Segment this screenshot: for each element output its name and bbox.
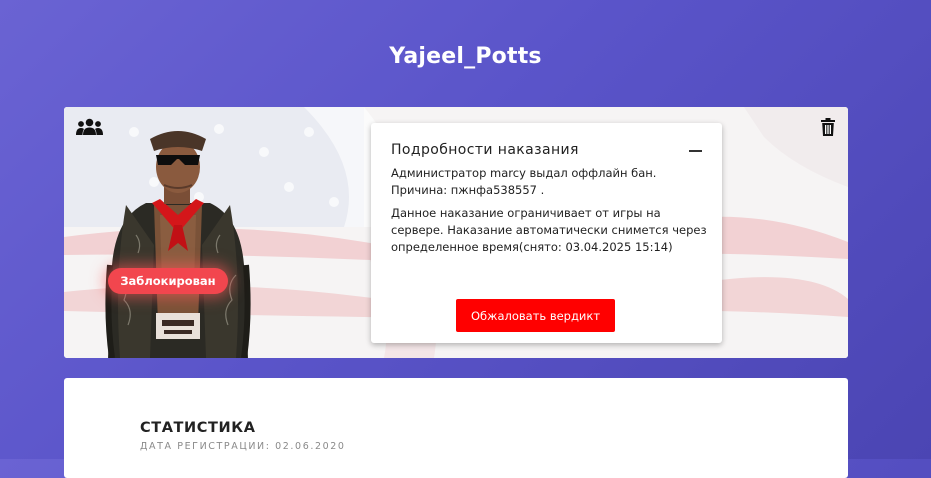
collapse-button[interactable]	[689, 150, 702, 152]
profile-card: Заблокирован Подробности наказания Админ…	[64, 107, 848, 358]
punishment-reason-text: Причина: пжнфа538557 .	[391, 183, 545, 197]
character-image	[105, 131, 251, 358]
status-badge: Заблокирован	[108, 268, 228, 294]
punishment-details-title: Подробности наказания	[391, 142, 579, 158]
trash-icon[interactable]	[821, 118, 835, 136]
page-title: Yajeel_Potts	[389, 44, 542, 69]
punishment-details-panel: Подробности наказания Администратор marc…	[371, 123, 722, 343]
registration-date: ДАТА РЕГИСТРАЦИИ: 02.06.2020	[140, 441, 346, 452]
stats-card: СТАТИСТИКА ДАТА РЕГИСТРАЦИИ: 02.06.2020	[64, 378, 848, 478]
appeal-verdict-button[interactable]: Обжаловать вердикт	[456, 299, 615, 332]
punishment-admin-text: Администратор marcy выдал оффлайн бан.	[391, 166, 657, 180]
stats-title: СТАТИСТИКА	[140, 420, 256, 436]
punishment-description: Данное наказание ограничивает от игры на…	[391, 206, 707, 254]
